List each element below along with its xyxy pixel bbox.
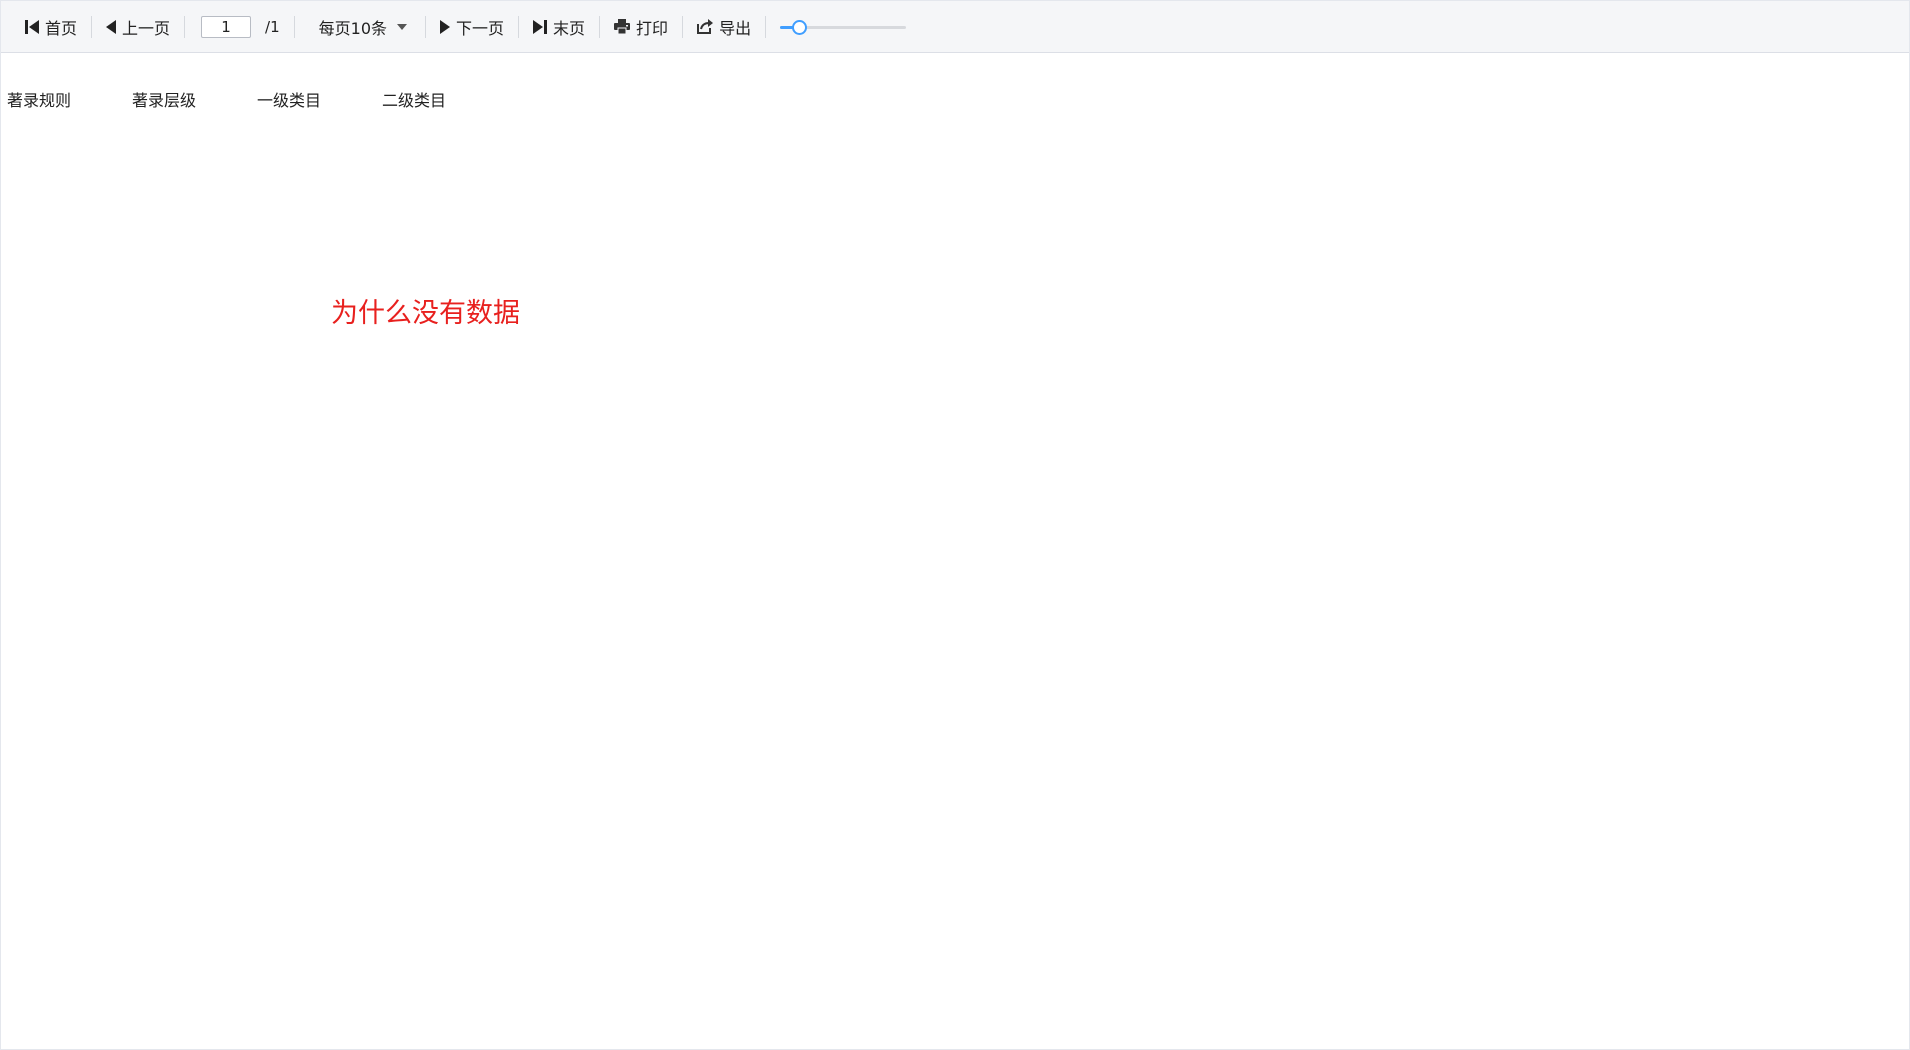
column-header: 著录规则 — [7, 91, 72, 110]
toolbar-divider — [765, 15, 767, 38]
export-button[interactable]: 导出 — [687, 11, 761, 43]
first-page-icon — [25, 19, 39, 35]
toolbar-divider — [518, 15, 520, 38]
dropdown-caret-icon — [397, 23, 408, 30]
next-page-button[interactable]: 下一页 — [430, 11, 514, 43]
print-icon — [614, 19, 631, 34]
toolbar-divider — [682, 15, 684, 38]
print-button[interactable]: 打印 — [604, 11, 678, 43]
last-page-icon — [533, 19, 548, 35]
empty-data-message: 为什么没有数据 — [331, 298, 520, 329]
print-label: 打印 — [636, 18, 669, 38]
page-total: /1 — [265, 17, 280, 36]
prev-page-button[interactable]: 上一页 — [96, 11, 180, 43]
first-page-label: 首页 — [45, 18, 78, 38]
column-header: 著录层级 — [132, 91, 197, 110]
export-icon — [697, 19, 714, 34]
page-number-input[interactable] — [201, 15, 252, 38]
toolbar-divider — [293, 15, 295, 38]
first-page-button[interactable]: 首页 — [15, 11, 87, 43]
column-header: 一级类目 — [257, 91, 322, 110]
toolbar-divider — [599, 15, 601, 38]
prev-page-label: 上一页 — [122, 18, 171, 38]
prev-page-icon — [106, 19, 117, 35]
report-toolbar: 首页 上一页 /1 每页10条 下一页 — [1, 1, 1909, 53]
next-page-icon — [440, 19, 451, 35]
export-label: 导出 — [719, 18, 752, 38]
last-page-label: 末页 — [553, 18, 586, 38]
toolbar-divider — [425, 15, 427, 38]
zoom-slider-thumb[interactable] — [791, 19, 807, 35]
toolbar-divider — [184, 15, 186, 38]
column-header: 二级类目 — [382, 91, 447, 110]
report-viewer: 首页 上一页 /1 每页10条 下一页 — [0, 0, 1910, 1050]
page-size-select[interactable]: 每页10条 — [299, 15, 421, 39]
last-page-button[interactable]: 末页 — [523, 11, 595, 43]
table-header: 著录规则 著录层级 一级类目 二级类目 — [7, 87, 507, 111]
zoom-slider[interactable] — [780, 17, 907, 37]
next-page-label: 下一页 — [456, 18, 505, 38]
page-size-label: 每页10条 — [318, 18, 388, 38]
toolbar-divider — [91, 15, 93, 38]
